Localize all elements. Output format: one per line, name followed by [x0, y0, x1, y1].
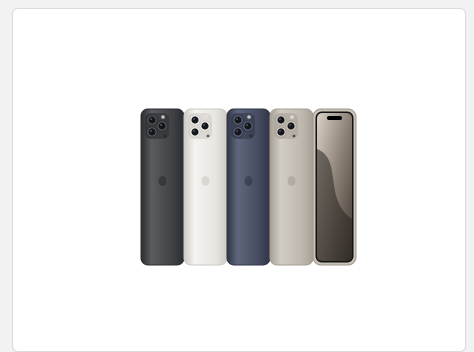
phone-black-titanium	[140, 108, 185, 266]
product-image	[125, 101, 365, 271]
phone-white-titanium	[183, 108, 228, 266]
phone-blue-titanium	[226, 108, 271, 266]
iphone-lineup-illustration	[140, 108, 357, 266]
product-card[interactable]	[12, 8, 466, 352]
phone-front-view	[312, 108, 357, 266]
phone-natural-titanium	[269, 108, 314, 266]
